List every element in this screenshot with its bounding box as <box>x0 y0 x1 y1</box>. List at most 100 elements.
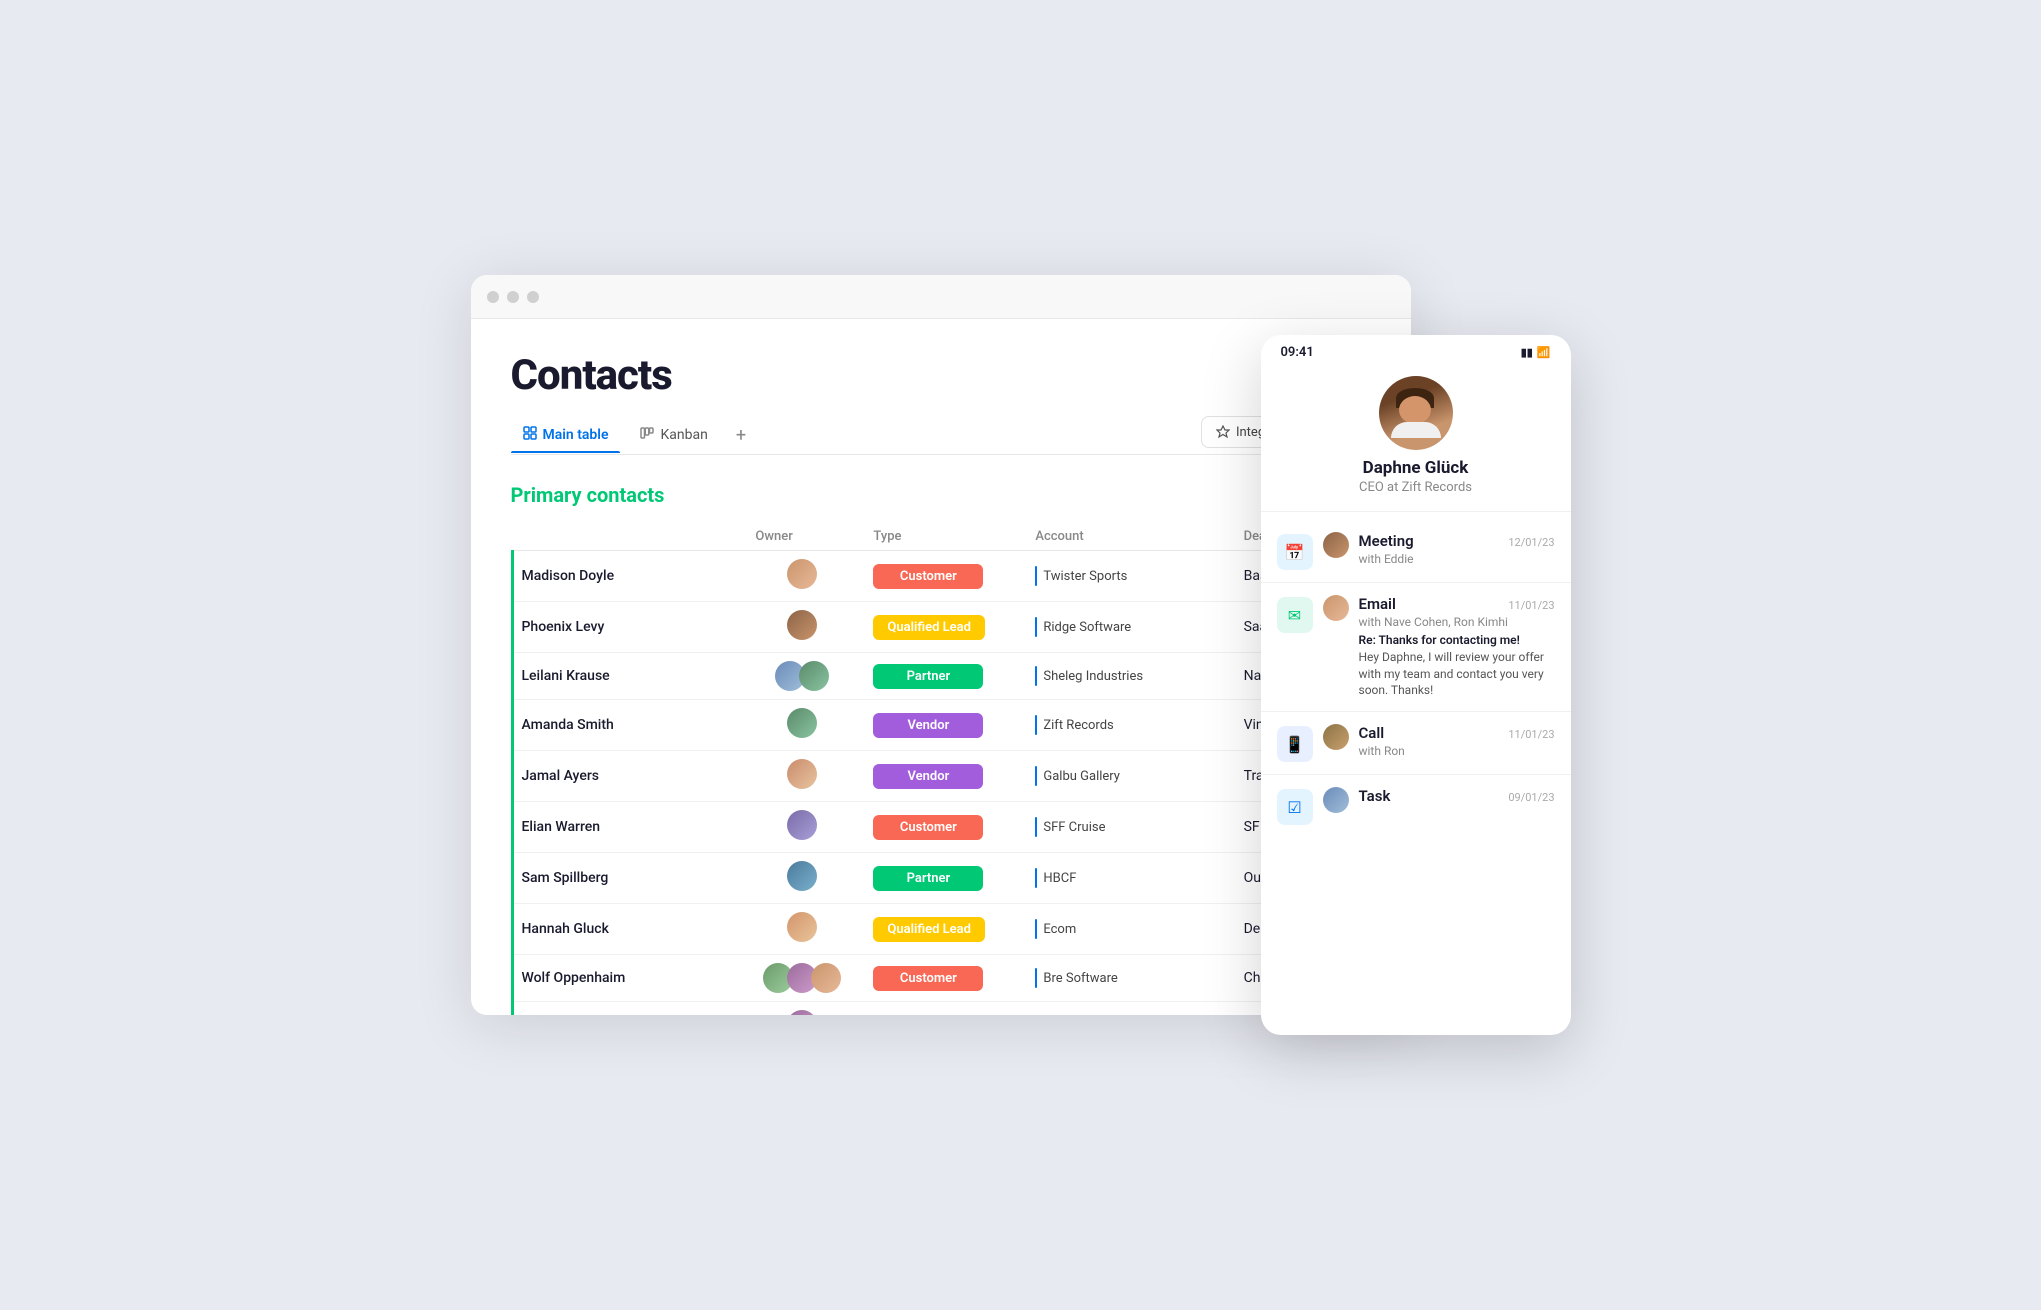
battery-icon: ▮▮ <box>1521 346 1533 359</box>
owner-avatar <box>787 708 817 738</box>
activity-person-avatar <box>1323 724 1349 750</box>
table-row[interactable]: Sam SpillbergPartnerHBCFOutsourci <box>512 853 1371 904</box>
contact-owner <box>743 853 861 904</box>
kanban-icon <box>640 426 654 444</box>
activity-item[interactable]: ✉ Email 11/01/23 with Nave Cohen, Ron Ki… <box>1261 583 1571 712</box>
activity-person-avatar <box>1323 532 1349 558</box>
contact-type: Vendor <box>861 751 1023 802</box>
contact-account: SFF Cruise <box>1023 802 1231 853</box>
scene: Contacts Main table <box>471 275 1571 1035</box>
profile-title: CEO at Zift Records <box>1359 480 1472 495</box>
contact-type: Customer <box>861 955 1023 1002</box>
activity-sub: with Nave Cohen, Ron Kimhi <box>1359 615 1555 629</box>
table-row[interactable]: John WalshCustomerRot EMPrototype <box>512 1002 1371 1016</box>
activity-list: 📅 Meeting 12/01/23 with Eddie ✉ Email 11… <box>1261 512 1571 1035</box>
contact-account: Sheleg Industries <box>1023 653 1231 700</box>
contact-name: Hannah Gluck <box>512 904 743 955</box>
activity-item[interactable]: 📱 Call 11/01/23 with Ron <box>1261 712 1571 775</box>
contact-owner <box>743 802 861 853</box>
activity-date: 12/01/23 <box>1508 536 1554 549</box>
section-title: Primary contacts <box>511 483 1371 507</box>
tab-main-table-label: Main table <box>543 427 609 443</box>
activity-body: Meeting 12/01/23 with Eddie <box>1359 532 1555 569</box>
owner-avatar <box>811 963 841 993</box>
table-row[interactable]: Leilani KrausePartnerSheleg IndustriesNa… <box>512 653 1371 700</box>
contact-account: Ecom <box>1023 904 1231 955</box>
activity-icon-task: ☑ <box>1277 789 1313 825</box>
contact-type: Qualified Lead <box>861 904 1023 955</box>
contact-name: Phoenix Levy <box>512 602 743 653</box>
table-row[interactable]: Hannah GluckQualified LeadEcomDeal 1 <box>512 904 1371 955</box>
owner-avatar <box>787 810 817 840</box>
activity-icon-email: ✉ <box>1277 597 1313 633</box>
contact-name: Jamal Ayers <box>512 751 743 802</box>
contact-owner <box>743 751 861 802</box>
tab-main-table[interactable]: Main table <box>511 418 621 452</box>
wifi-icon: 📶 <box>1537 346 1551 359</box>
tab-kanban[interactable]: Kanban <box>628 418 719 452</box>
activity-item[interactable]: 📅 Meeting 12/01/23 with Eddie <box>1261 520 1571 583</box>
contacts-table: Owner Type Account Deals Madison DoyleCu… <box>511 523 1371 1015</box>
owner-avatar <box>799 661 829 691</box>
owner-avatar <box>787 912 817 942</box>
table-row[interactable]: Jamal AyersVendorGalbu GalleryTrays <box>512 751 1371 802</box>
add-tab-button[interactable]: + <box>728 421 754 450</box>
contact-name: John Walsh <box>512 1002 743 1016</box>
activity-type: Meeting <box>1359 532 1414 550</box>
activity-sub: with Ron <box>1359 744 1555 758</box>
table-header-row: Owner Type Account Deals <box>512 523 1371 551</box>
call-icon: 📱 <box>1285 735 1305 754</box>
tab-kanban-label: Kanban <box>660 427 707 443</box>
activity-date: 09/01/23 <box>1508 791 1554 804</box>
activity-icon-meeting: 📅 <box>1277 534 1313 570</box>
table-row[interactable]: Phoenix LevyQualified LeadRidge Software… <box>512 602 1371 653</box>
contact-type: Partner <box>861 853 1023 904</box>
activity-header: Meeting 12/01/23 <box>1359 532 1555 550</box>
owner-avatar <box>787 559 817 589</box>
contact-type: Partner <box>861 653 1023 700</box>
meeting-icon: 📅 <box>1285 543 1305 562</box>
task-icon: ☑ <box>1287 798 1301 817</box>
activity-person-avatar <box>1323 787 1349 813</box>
activity-header: Call 11/01/23 <box>1359 724 1555 742</box>
activity-body: Email 11/01/23 with Nave Cohen, Ron Kimh… <box>1359 595 1555 699</box>
activity-person-avatar <box>1323 595 1349 621</box>
contact-name: Wolf Oppenhaim <box>512 955 743 1002</box>
activity-type: Task <box>1359 787 1391 805</box>
activity-item[interactable]: ☑ Task 09/01/23 <box>1261 775 1571 837</box>
contact-owner <box>743 1002 861 1016</box>
table-row[interactable]: Amanda SmithVendorZift RecordsVinyl EP <box>512 700 1371 751</box>
contact-name: Elian Warren <box>512 802 743 853</box>
status-icons: ▮▮ 📶 <box>1521 346 1551 359</box>
integrate-icon <box>1216 425 1230 439</box>
contact-name: Amanda Smith <box>512 700 743 751</box>
avatar <box>1379 376 1453 450</box>
activity-sub: with Eddie <box>1359 552 1555 566</box>
table-row[interactable]: Wolf OppenhaimCustomerBre SoftwareCheese… <box>512 955 1371 1002</box>
contact-name: Madison Doyle <box>512 551 743 602</box>
table-row[interactable]: Madison DoyleCustomerTwister SportsBaske… <box>512 551 1371 602</box>
contact-type: Vendor <box>861 700 1023 751</box>
contact-type: Customer <box>861 1002 1023 1016</box>
activity-body: Task 09/01/23 <box>1359 787 1555 807</box>
window-dot-3 <box>527 291 539 303</box>
profile-name: Daphne Glück <box>1363 458 1469 478</box>
window-dot-2 <box>507 291 519 303</box>
activity-date: 11/01/23 <box>1508 599 1554 612</box>
owner-avatar <box>787 861 817 891</box>
activity-icon-call: 📱 <box>1277 726 1313 762</box>
contact-owner <box>743 700 861 751</box>
status-time: 09:41 <box>1281 345 1314 360</box>
col-header-type: Type <box>861 523 1023 551</box>
status-bar: 09:41 ▮▮ 📶 <box>1261 335 1571 366</box>
table-row[interactable]: Elian WarrenCustomerSFF CruiseSF cruise <box>512 802 1371 853</box>
contact-owner <box>743 653 861 700</box>
col-header-account: Account <box>1023 523 1231 551</box>
table-icon <box>523 426 537 444</box>
contact-account: Twister Sports <box>1023 551 1231 602</box>
owner-avatar <box>787 610 817 640</box>
profile-section: Daphne Glück CEO at Zift Records <box>1261 366 1571 512</box>
col-header-name <box>512 523 743 551</box>
contact-type: Customer <box>861 802 1023 853</box>
email-icon: ✉ <box>1288 606 1301 625</box>
